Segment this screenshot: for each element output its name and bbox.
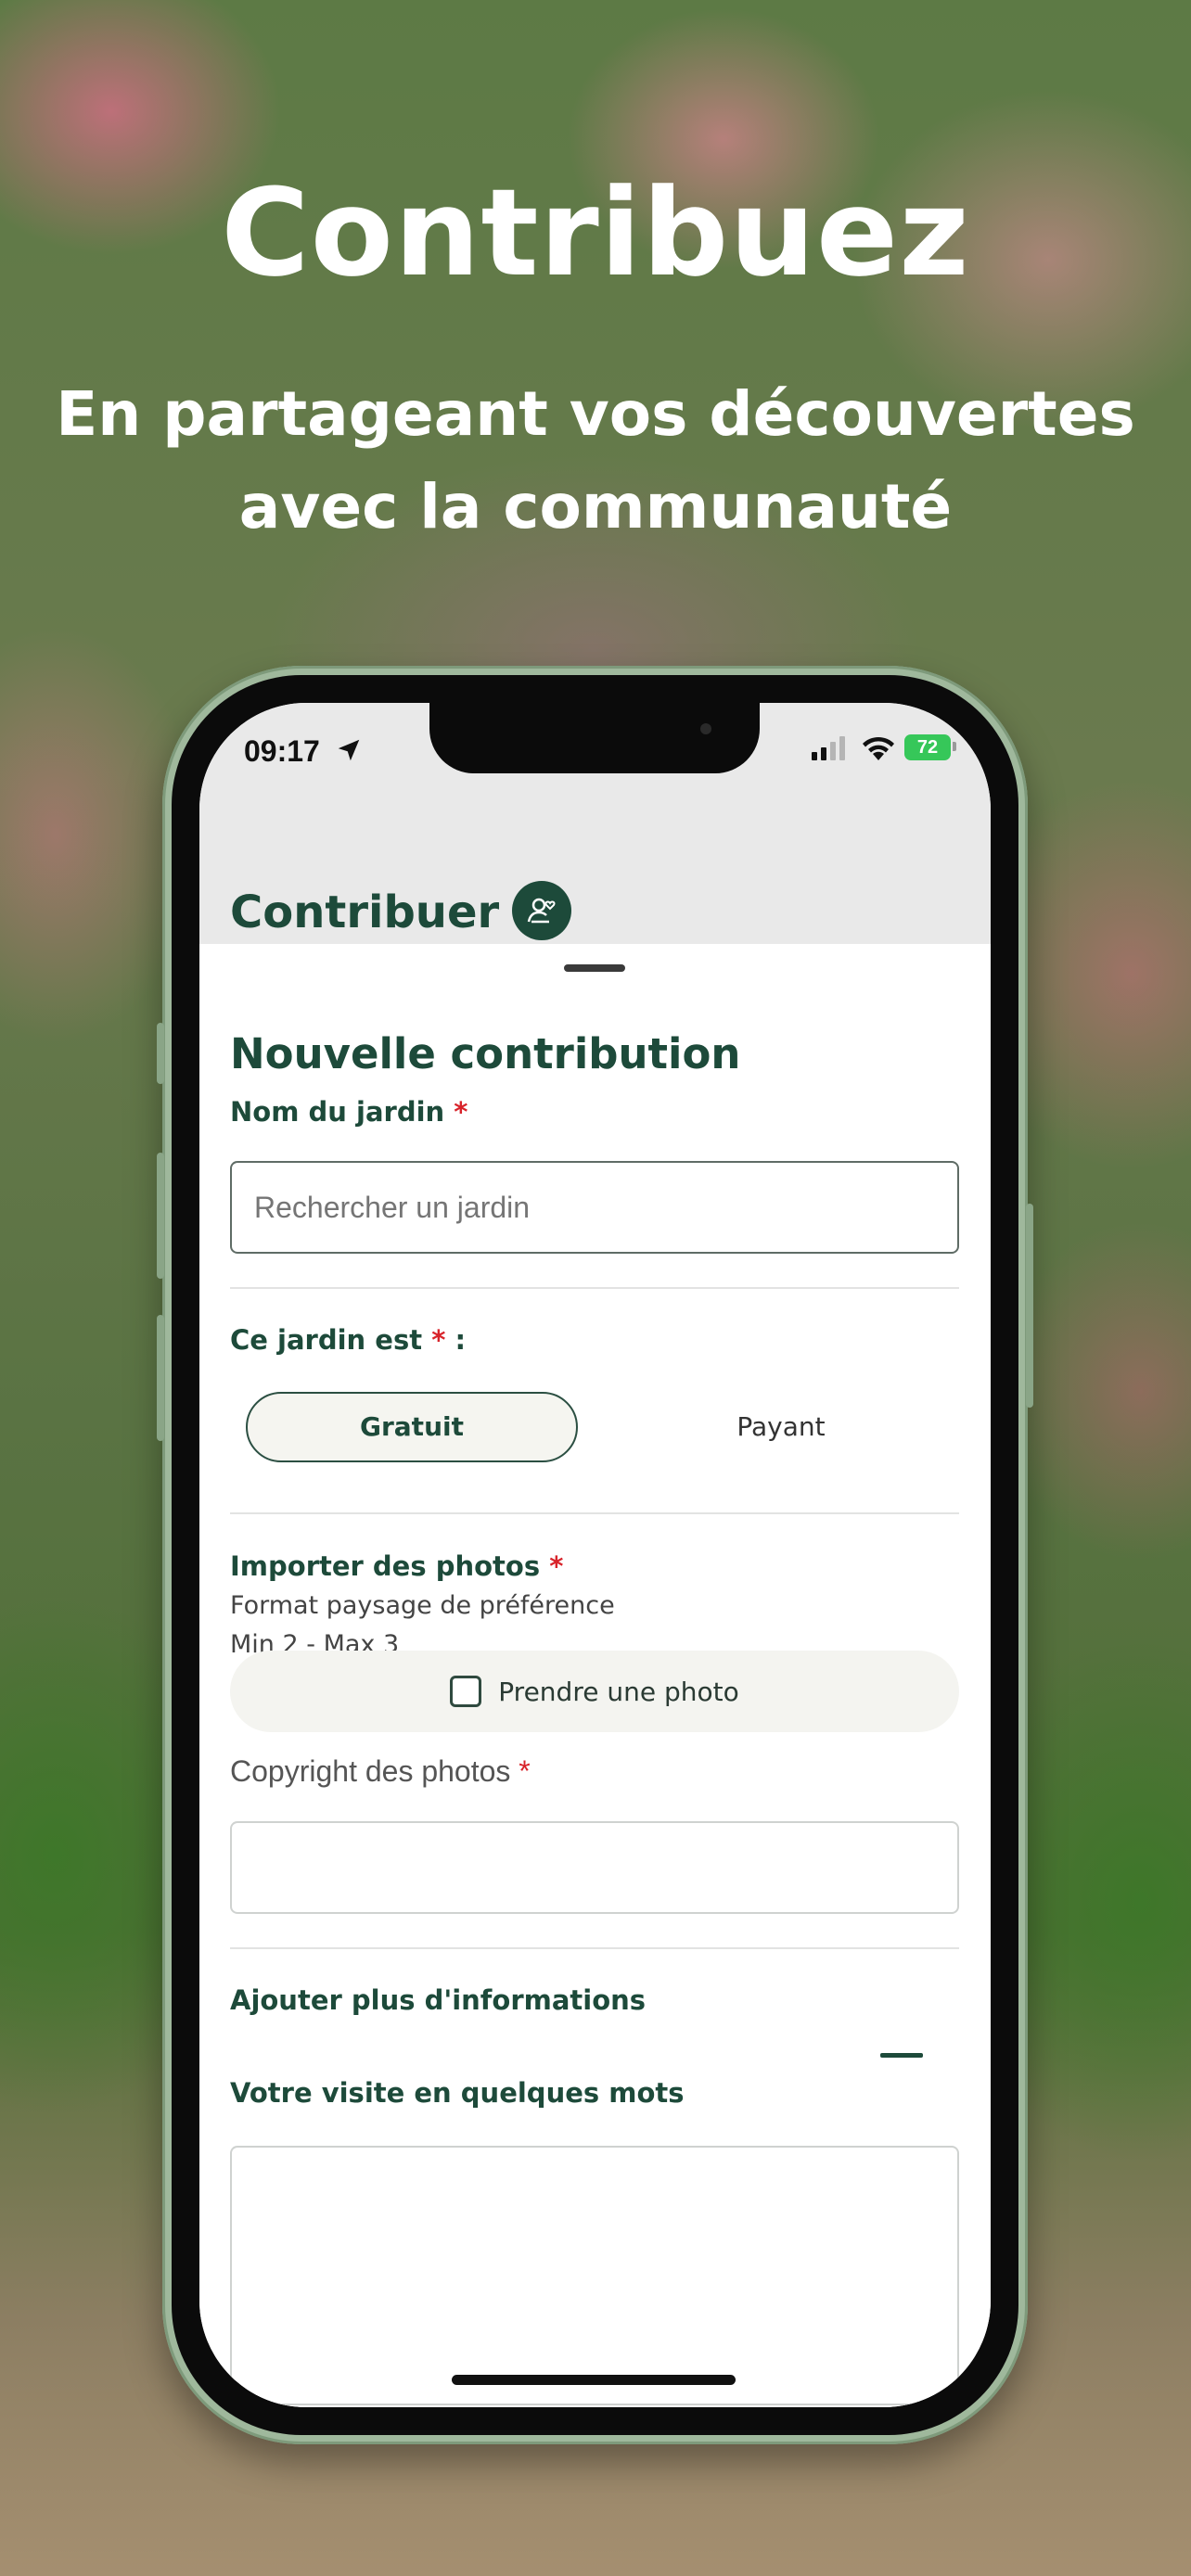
phone-side-button: [157, 1023, 164, 1084]
visit-label: Votre visite en quelques mots: [230, 2077, 685, 2109]
copyright-label: Copyright des photos *: [230, 1754, 531, 1789]
page-title: Contribuer: [230, 886, 500, 938]
wifi-icon: [863, 736, 894, 760]
notch: [429, 703, 760, 773]
minus-icon[interactable]: [880, 2053, 923, 2058]
required-mark: *: [431, 1324, 446, 1356]
option-paid-button[interactable]: Payant: [615, 1392, 947, 1462]
battery-indicator: 72: [904, 734, 951, 760]
battery-tip: [953, 742, 956, 751]
phone-volume-up: [157, 1153, 164, 1279]
phone-frame: 09:17 72 Contribuer Nouvelle contributio…: [157, 666, 1033, 2444]
sheet-grabber[interactable]: [564, 964, 625, 972]
hero-title: Contribuez: [221, 162, 970, 303]
phone-volume-down: [157, 1315, 164, 1441]
photos-hint-format: Format paysage de préférence: [230, 1591, 615, 1620]
cellular-signal-icon: [812, 736, 845, 760]
divider: [230, 1512, 959, 1514]
hero-subtitle-line2: avec la communauté: [238, 471, 953, 542]
required-mark: *: [454, 1096, 468, 1128]
garden-type-label: Ce jardin est * :: [230, 1324, 466, 1356]
contribution-sheet: Nouvelle contribution Nom du jardin * Ce…: [199, 948, 991, 2407]
photos-label: Importer des photos *: [230, 1550, 563, 1582]
take-photo-button[interactable]: Prendre une photo: [230, 1651, 959, 1732]
take-photo-label: Prendre une photo: [498, 1676, 739, 1707]
location-arrow-icon: [338, 739, 360, 761]
phone-screen: 09:17 72 Contribuer Nouvelle contributio…: [199, 703, 991, 2407]
front-camera: [700, 723, 711, 734]
user-heart-icon: [527, 898, 556, 924]
photos-label-text: Importer des photos: [230, 1550, 541, 1582]
option-free-button[interactable]: Gratuit: [246, 1392, 578, 1462]
divider: [230, 1947, 959, 1949]
required-mark: *: [549, 1550, 564, 1582]
garden-type-suffix: :: [455, 1324, 467, 1356]
copyright-label-text: Copyright des photos: [230, 1754, 511, 1788]
garden-name-label-text: Nom du jardin: [230, 1096, 445, 1128]
hero-subtitle-line1: En partageant vos découvertes: [56, 378, 1135, 450]
checkbox-icon: [450, 1676, 482, 1707]
garden-search-input[interactable]: [230, 1161, 959, 1254]
visit-description-textarea[interactable]: [230, 2146, 959, 2405]
garden-type-label-text: Ce jardin est: [230, 1324, 423, 1356]
phone-power-button: [1026, 1204, 1033, 1408]
sheet-title: Nouvelle contribution: [230, 1029, 741, 1078]
copyright-input[interactable]: [230, 1821, 959, 1914]
status-time: 09:17: [244, 734, 320, 768]
required-mark: *: [519, 1754, 531, 1788]
divider: [230, 1287, 959, 1289]
home-indicator[interactable]: [452, 2375, 736, 2385]
garden-name-label: Nom du jardin *: [230, 1096, 467, 1128]
more-info-toggle[interactable]: Ajouter plus d'informations: [230, 1984, 646, 2016]
avatar[interactable]: [512, 881, 571, 940]
